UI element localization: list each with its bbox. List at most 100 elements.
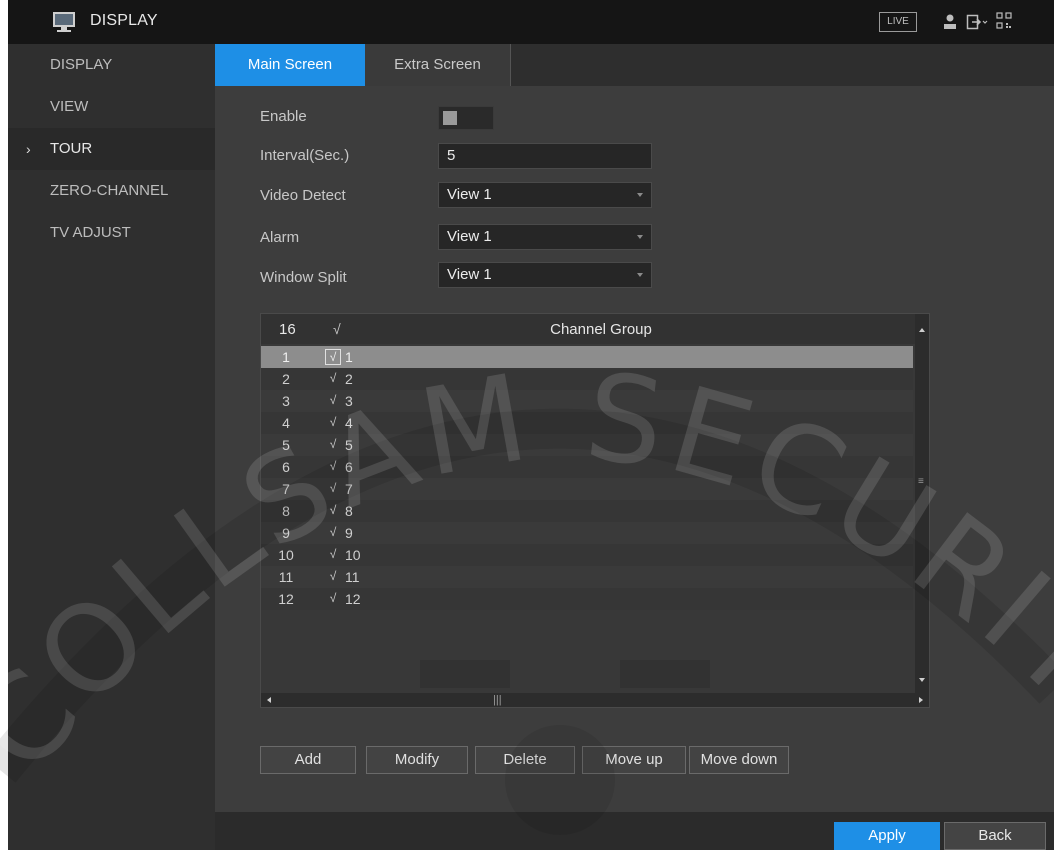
interval-label: Interval(Sec.): [260, 147, 350, 164]
row-checkbox[interactable]: √: [325, 349, 341, 365]
scroll-grip-icon[interactable]: ≡: [918, 476, 924, 487]
sidebar-item-label: TOUR: [50, 140, 93, 157]
delete-button[interactable]: Delete: [475, 746, 575, 774]
modify-button[interactable]: Modify: [366, 746, 468, 774]
row-checkbox[interactable]: √: [325, 437, 341, 453]
window-split-select[interactable]: View 1: [438, 262, 652, 288]
toggle-knob: [443, 111, 457, 125]
vertical-scrollbar[interactable]: ≡: [915, 314, 929, 694]
table-row[interactable]: 2 √ 2: [261, 368, 913, 390]
user-icon[interactable]: [942, 13, 958, 31]
table-row[interactable]: 5 √ 5: [261, 434, 913, 456]
scroll-down-icon[interactable]: [919, 678, 925, 682]
row-checkbox[interactable]: √: [325, 371, 341, 387]
sidebar-item-zero-channel[interactable]: ZERO-CHANNEL: [8, 170, 215, 212]
row-channel-value: 6: [345, 459, 353, 475]
scroll-up-icon[interactable]: [919, 328, 925, 332]
row-number: 11: [278, 569, 294, 585]
video-detect-value: View 1: [447, 186, 492, 203]
table-row[interactable]: 3 √ 3: [261, 390, 913, 412]
row-number: 5: [282, 437, 290, 453]
table-row[interactable]: 6 √ 6: [261, 456, 913, 478]
page-title: DISPLAY: [90, 12, 158, 29]
row-channel-value: 7: [345, 481, 353, 497]
live-button[interactable]: LIVE: [879, 12, 917, 32]
sidebar-item-label: ZERO-CHANNEL: [50, 182, 169, 199]
sidebar-item-label: DISPLAY: [50, 56, 113, 73]
move-down-button[interactable]: Move down: [689, 746, 789, 774]
logout-icon[interactable]: [966, 12, 988, 32]
sidebar-item-tv-adjust[interactable]: TV ADJUST: [8, 212, 215, 254]
row-channel-value: 11: [345, 569, 360, 585]
chevron-down-icon: [637, 193, 643, 197]
apply-button[interactable]: Apply: [834, 822, 940, 850]
table-row[interactable]: 12 √ 12: [261, 588, 913, 610]
row-checkbox[interactable]: √: [325, 503, 341, 519]
row-channel-value: 2: [345, 371, 353, 387]
move-up-button[interactable]: Move up: [582, 746, 686, 774]
row-number: 12: [278, 591, 294, 607]
tab-extra-screen[interactable]: Extra Screen: [365, 44, 511, 86]
row-checkbox[interactable]: √: [325, 459, 341, 475]
table-row[interactable]: 7 √ 7: [261, 478, 913, 500]
window-split-label: Window Split: [260, 269, 347, 286]
back-button[interactable]: Back: [944, 822, 1046, 850]
row-channel-value: 4: [345, 415, 353, 431]
row-number: 6: [282, 459, 290, 475]
row-checkbox[interactable]: √: [325, 481, 341, 497]
row-count: 16: [279, 321, 296, 338]
table-row[interactable]: 11 √ 11: [261, 566, 913, 588]
table-row[interactable]: 10 √ 10: [261, 544, 913, 566]
table-row[interactable]: 4 √ 4: [261, 412, 913, 434]
row-number: 8: [282, 503, 290, 519]
qr-code-icon[interactable]: [996, 12, 1012, 30]
window-split-value: View 1: [447, 266, 492, 283]
table-header: 16 √ Channel Group: [261, 314, 929, 344]
monitor-icon: [53, 12, 75, 32]
table-row[interactable]: 1 √ 1: [261, 346, 913, 368]
app-window: DISPLAY LIVE DISPLAY VIEW › TOUR ZERO-CH…: [8, 0, 1054, 850]
top-bar: DISPLAY LIVE: [8, 0, 1054, 44]
alarm-value: View 1: [447, 228, 492, 245]
alarm-label: Alarm: [260, 229, 300, 246]
enable-toggle[interactable]: [438, 106, 494, 130]
interval-input[interactable]: 5: [438, 143, 652, 169]
row-number: 9: [282, 525, 290, 541]
enable-label: Enable: [260, 108, 307, 125]
channel-group-header: Channel Group: [550, 321, 652, 338]
sidebar-item-label: VIEW: [50, 98, 89, 115]
chevron-right-icon: ›: [26, 141, 31, 157]
sidebar-item-display[interactable]: DISPLAY: [8, 44, 215, 86]
row-number: 2: [282, 371, 290, 387]
scroll-right-icon[interactable]: [919, 697, 923, 703]
row-channel-value: 3: [345, 393, 353, 409]
sidebar-item-tour[interactable]: › TOUR: [8, 128, 215, 170]
tab-main-screen[interactable]: Main Screen: [215, 44, 365, 86]
horizontal-scrollbar[interactable]: |||: [261, 693, 929, 707]
scroll-left-icon[interactable]: [267, 697, 271, 703]
row-number: 7: [282, 481, 290, 497]
sidebar-item-view[interactable]: VIEW: [8, 86, 215, 128]
add-button[interactable]: Add: [260, 746, 356, 774]
row-checkbox[interactable]: √: [325, 547, 341, 563]
row-checkbox[interactable]: √: [325, 525, 341, 541]
row-number: 4: [282, 415, 290, 431]
row-number: 1: [282, 349, 290, 365]
table-row[interactable]: 9 √ 9: [261, 522, 913, 544]
row-channel-value: 8: [345, 503, 353, 519]
row-number: 3: [282, 393, 290, 409]
channel-group-table: 16 √ Channel Group 1 √ 1 2 √ 2 3 √ 3 4 √ 4 5 √ 5 6 √ 6 7 √ 7…: [260, 313, 930, 708]
select-all-checkbox[interactable]: √: [333, 321, 341, 337]
table-row[interactable]: 8 √ 8: [261, 500, 913, 522]
row-checkbox[interactable]: √: [325, 591, 341, 607]
row-checkbox[interactable]: √: [325, 569, 341, 585]
scroll-grip-icon[interactable]: |||: [493, 693, 502, 707]
video-detect-select[interactable]: View 1: [438, 182, 652, 208]
row-channel-value: 5: [345, 437, 353, 453]
video-detect-label: Video Detect: [260, 187, 346, 204]
alarm-select[interactable]: View 1: [438, 224, 652, 250]
row-checkbox[interactable]: √: [325, 415, 341, 431]
row-channel-value: 1: [345, 349, 353, 365]
row-checkbox[interactable]: √: [325, 393, 341, 409]
row-number: 10: [278, 547, 294, 563]
